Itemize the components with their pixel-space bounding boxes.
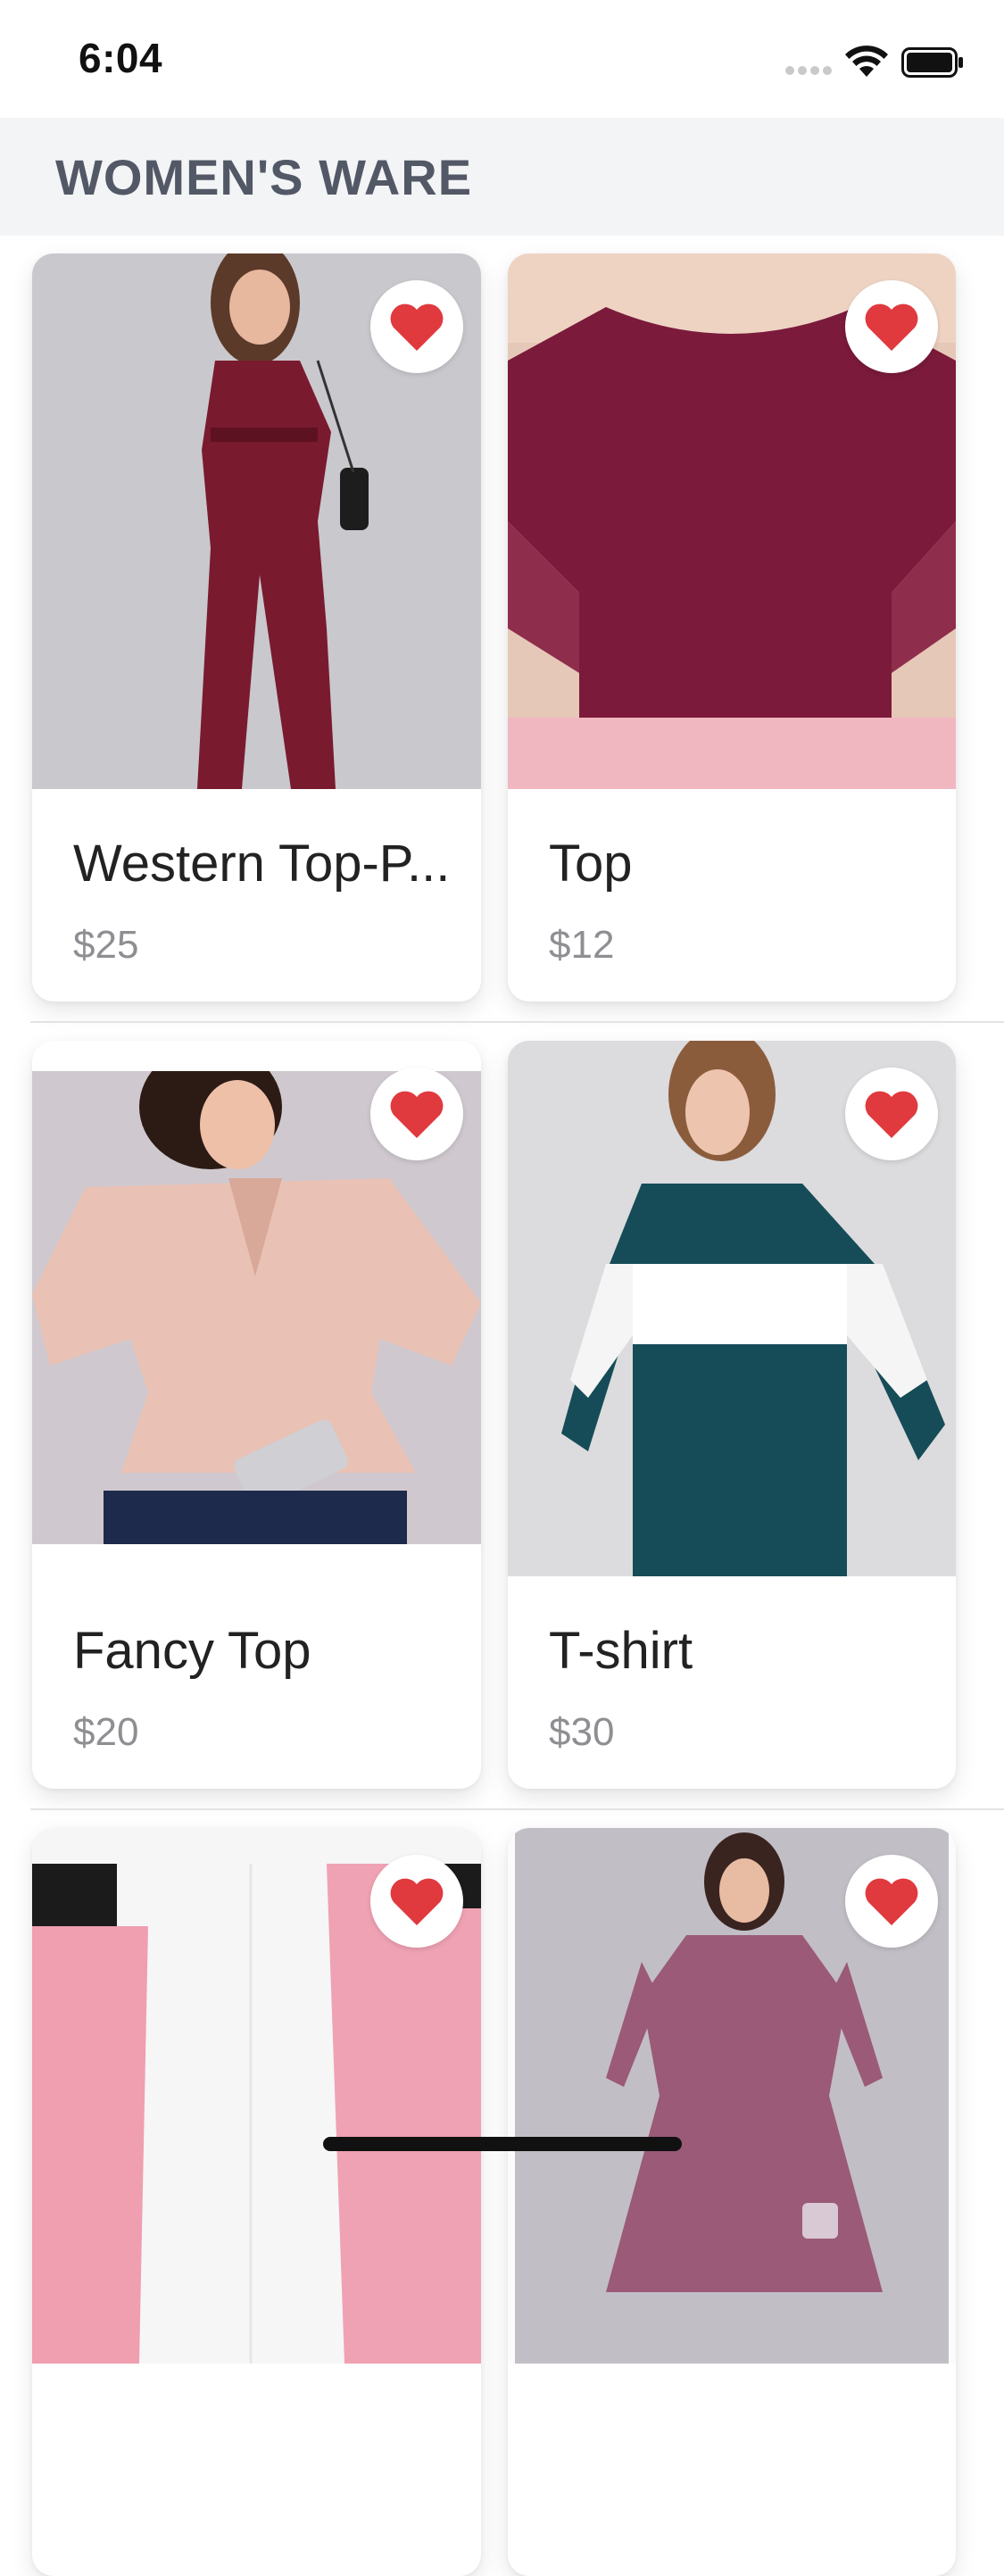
product-name: T-shirt (549, 1622, 693, 1680)
heart-icon (865, 1091, 918, 1138)
favorite-button[interactable] (845, 1855, 938, 1948)
cellular-signal-icon (785, 66, 835, 77)
favorite-button[interactable] (370, 280, 463, 373)
battery-icon (901, 47, 963, 78)
product-name: Top (549, 835, 633, 893)
status-bar: 6:04 (0, 0, 1004, 118)
favorite-button[interactable] (370, 1855, 463, 1948)
heart-icon (390, 1878, 444, 1925)
product-card[interactable]: Fancy Top $20 (32, 1041, 481, 1789)
wifi-icon (845, 46, 888, 77)
heart-icon (865, 1878, 918, 1925)
product-card[interactable]: T-shirt $30 (508, 1041, 956, 1789)
favorite-button[interactable] (370, 1068, 463, 1160)
product-name: Fancy Top (73, 1622, 311, 1680)
product-name: Western Top-P... (73, 835, 451, 893)
product-card[interactable] (32, 1828, 481, 2576)
product-price: $25 (73, 923, 139, 967)
favorite-button[interactable] (845, 1068, 938, 1160)
favorite-button[interactable] (845, 280, 938, 373)
product-card[interactable]: Top $12 (508, 253, 956, 1001)
status-time: 6:04 (79, 35, 163, 81)
heart-icon (390, 303, 444, 351)
product-card[interactable] (508, 1828, 956, 2576)
product-card[interactable]: Western Top-P... $25 (32, 253, 481, 1001)
heart-icon (390, 1091, 444, 1138)
product-price: $12 (549, 923, 615, 967)
home-indicator[interactable] (323, 2137, 682, 2151)
product-price: $20 (73, 1710, 139, 1754)
heart-icon (865, 303, 918, 351)
row-divider (30, 1021, 1004, 1023)
page-title: WOMEN'S WARE (55, 149, 473, 205)
row-divider (30, 1808, 1004, 1810)
product-price: $30 (549, 1710, 615, 1754)
